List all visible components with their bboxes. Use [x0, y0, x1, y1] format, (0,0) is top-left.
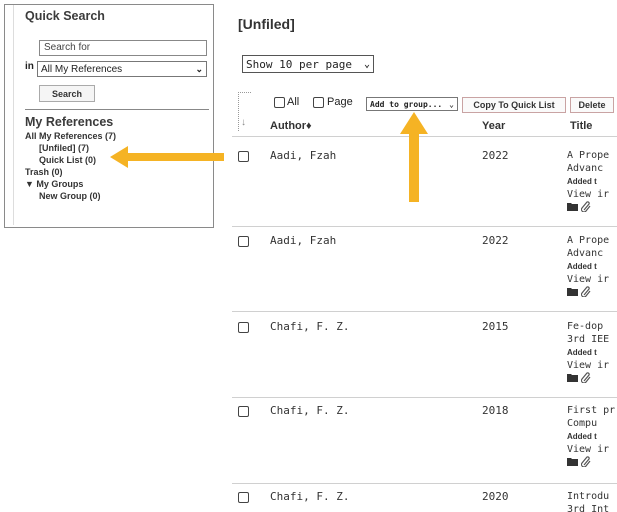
row-separator	[232, 226, 617, 227]
select-all-label: All	[287, 96, 300, 108]
title-line-2: 3rd IEE	[567, 334, 610, 345]
copy-to-quick-list-button[interactable]: Copy To Quick List	[462, 97, 566, 113]
added-text: Added t	[567, 432, 597, 441]
add-to-group-value: Add to group...	[370, 99, 443, 109]
view-link[interactable]: View ir	[567, 273, 617, 286]
title-cell[interactable]: Introdu 3rd Int	[567, 490, 617, 512]
sidebar-divider	[25, 109, 209, 110]
view-link[interactable]: View ir	[567, 188, 617, 201]
sidebar-panel: Quick Search Search for in All My Refere…	[4, 4, 214, 228]
tree-quick-list[interactable]: Quick List (0)	[39, 155, 96, 166]
highlight-arrow-left	[110, 146, 224, 168]
added-text: Added t	[567, 262, 597, 271]
title-line-1: A Prope	[567, 150, 610, 161]
added-text: Added t	[567, 177, 597, 186]
chevron-down-icon: ⌄	[363, 58, 370, 70]
paperclip-icon[interactable]	[581, 456, 591, 467]
title-line-2: Compu	[567, 418, 598, 429]
add-to-group-select[interactable]: Add to group... ⌄	[366, 97, 458, 111]
year-cell: 2022	[482, 234, 509, 247]
column-author-label: Author	[270, 120, 307, 132]
tree-trash[interactable]: Trash (0)	[25, 167, 63, 178]
author-cell: Aadi, Fzah	[270, 234, 337, 247]
row-checkbox[interactable]	[238, 236, 249, 247]
column-year[interactable]: Year	[482, 120, 505, 132]
scope-select-value: All My References	[41, 63, 123, 75]
row-separator	[232, 311, 617, 312]
year-cell: 2015	[482, 320, 509, 333]
my-references-heading: My References	[25, 115, 114, 129]
row-checkbox[interactable]	[238, 492, 249, 503]
paperclip-icon[interactable]	[581, 201, 591, 212]
row-separator	[232, 483, 617, 484]
row-icons	[567, 372, 617, 383]
title-line-1: First pr	[567, 405, 616, 416]
title-line-1: Introdu	[567, 491, 610, 502]
paperclip-icon[interactable]	[581, 372, 591, 383]
search-input[interactable]: Search for	[39, 40, 207, 56]
row-icons	[567, 201, 617, 212]
title-line-1: Fe-dop	[567, 321, 604, 332]
title-cell[interactable]: First pr Compu Added t View ir	[567, 404, 617, 467]
delete-button[interactable]: Delete	[570, 97, 614, 113]
author-cell: Chafi, F. Z.	[270, 320, 350, 333]
title-line-2: Advanc	[567, 248, 604, 259]
title-cell[interactable]: A Prope Advanc Added t View ir	[567, 234, 617, 297]
view-link[interactable]: View ir	[567, 443, 617, 456]
chevron-down-icon: ⌄	[449, 99, 454, 109]
sort-icon: ♦	[306, 120, 312, 132]
tree-unfiled[interactable]: [Unfiled] (7)	[39, 143, 89, 154]
row-icons	[567, 456, 617, 467]
title-cell[interactable]: A Prope Advanc Added t View ir	[567, 149, 617, 212]
view-link[interactable]: View ir	[567, 359, 617, 372]
in-label: in	[25, 61, 34, 72]
folder-icon[interactable]	[567, 287, 578, 296]
tree-new-group[interactable]: New Group (0)	[39, 191, 101, 202]
folder-icon[interactable]	[567, 202, 578, 211]
year-cell: 2018	[482, 404, 509, 417]
author-cell: Aadi, Fzah	[270, 149, 337, 162]
select-all-checkbox[interactable]	[274, 97, 285, 108]
tree-my-groups[interactable]: ▼ My Groups	[25, 179, 83, 190]
row-separator	[232, 397, 617, 398]
chevron-down-icon: ⌄	[195, 63, 203, 74]
sidebar-edge-line	[13, 5, 14, 225]
folder-icon[interactable]	[567, 373, 578, 382]
per-page-value: Show 10 per page	[246, 57, 352, 71]
column-author[interactable]: Author♦	[270, 120, 312, 132]
title-cell[interactable]: Fe-dop 3rd IEE Added t View ir	[567, 320, 617, 383]
author-cell: Chafi, F. Z.	[270, 404, 350, 417]
tree-all-references[interactable]: All My References (7)	[25, 131, 116, 142]
select-page-label: Page	[327, 96, 353, 108]
column-title[interactable]: Title	[570, 120, 592, 132]
added-text: Added t	[567, 348, 597, 357]
paperclip-icon[interactable]	[581, 286, 591, 297]
folder-icon[interactable]	[567, 457, 578, 466]
row-checkbox[interactable]	[238, 406, 249, 417]
title-line-2: 3rd Int	[567, 504, 610, 512]
title-line-2: Advanc	[567, 163, 604, 174]
quick-search-heading: Quick Search	[25, 9, 105, 23]
search-button[interactable]: Search	[39, 85, 95, 102]
year-cell: 2020	[482, 490, 509, 503]
select-page-checkbox[interactable]	[313, 97, 324, 108]
per-page-select[interactable]: Show 10 per page ⌄	[242, 55, 374, 73]
row-checkbox[interactable]	[238, 322, 249, 333]
row-checkbox[interactable]	[238, 151, 249, 162]
year-cell: 2022	[482, 149, 509, 162]
title-line-1: A Prope	[567, 235, 610, 246]
arrow-down-icon: ↓	[241, 117, 246, 128]
row-icons	[567, 286, 617, 297]
scope-select[interactable]: All My References ⌄	[37, 61, 207, 77]
highlight-arrow-up	[400, 112, 428, 202]
page-title: [Unfiled]	[238, 16, 295, 32]
author-cell: Chafi, F. Z.	[270, 490, 350, 503]
